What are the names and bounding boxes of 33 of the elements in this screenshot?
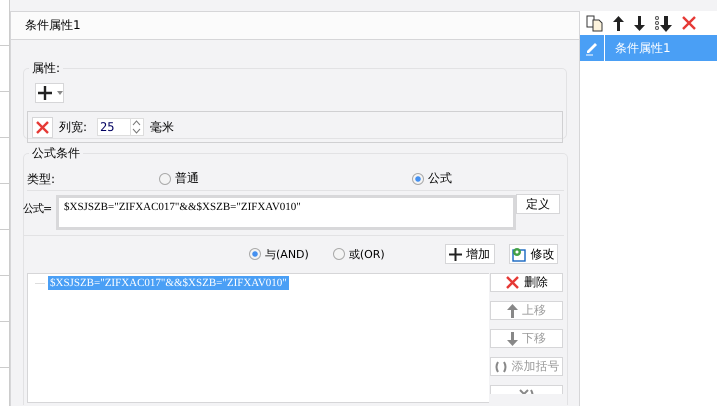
move-to-bottom-icon[interactable] — [655, 14, 672, 32]
up-arrow-icon — [507, 304, 518, 318]
modify-button[interactable]: 修改 — [508, 244, 558, 264]
remove-attribute-button[interactable] — [32, 116, 53, 138]
move-up-icon[interactable] — [613, 16, 624, 30]
copy-icon[interactable] — [586, 14, 603, 32]
unit-label: 毫米 — [150, 118, 174, 136]
delete-icon — [35, 120, 50, 134]
dialog-title: 条件属性1 — [11, 12, 579, 40]
pencil-icon — [584, 40, 600, 56]
radio-button[interactable]: 普通 — [159, 170, 199, 188]
add-button[interactable]: 增加 — [444, 244, 495, 264]
plus-icon — [36, 85, 52, 101]
field-label: 列宽: — [59, 118, 88, 136]
radio-button[interactable]: 公式 — [412, 170, 452, 188]
type-label: 类型: — [27, 170, 56, 188]
radio-button[interactable]: 与(AND) — [249, 246, 309, 262]
formula-label: 公式= — [23, 201, 52, 216]
radio-button[interactable]: 或(OR) — [332, 246, 385, 262]
delete-icon — [505, 275, 520, 290]
group-legend: 属性: — [29, 60, 64, 77]
down-arrow-icon — [507, 332, 518, 346]
move-down-icon[interactable] — [634, 16, 645, 30]
define-button[interactable]: 定义 — [516, 194, 560, 214]
plus-icon — [449, 248, 462, 260]
dropdown-caret-icon — [56, 91, 62, 95]
close-icon[interactable] — [682, 16, 696, 30]
gear-box-icon — [512, 246, 527, 262]
add-attribute-button[interactable] — [35, 83, 64, 103]
brackets-icon — [494, 360, 508, 372]
formula-field[interactable]: $XSJSZB="ZIFXAC017"&&$XSZB="ZIFXAV010" — [56, 195, 516, 230]
delete-button[interactable]: 删除 — [490, 273, 563, 292]
group-legend: 公式条件 — [29, 145, 83, 162]
